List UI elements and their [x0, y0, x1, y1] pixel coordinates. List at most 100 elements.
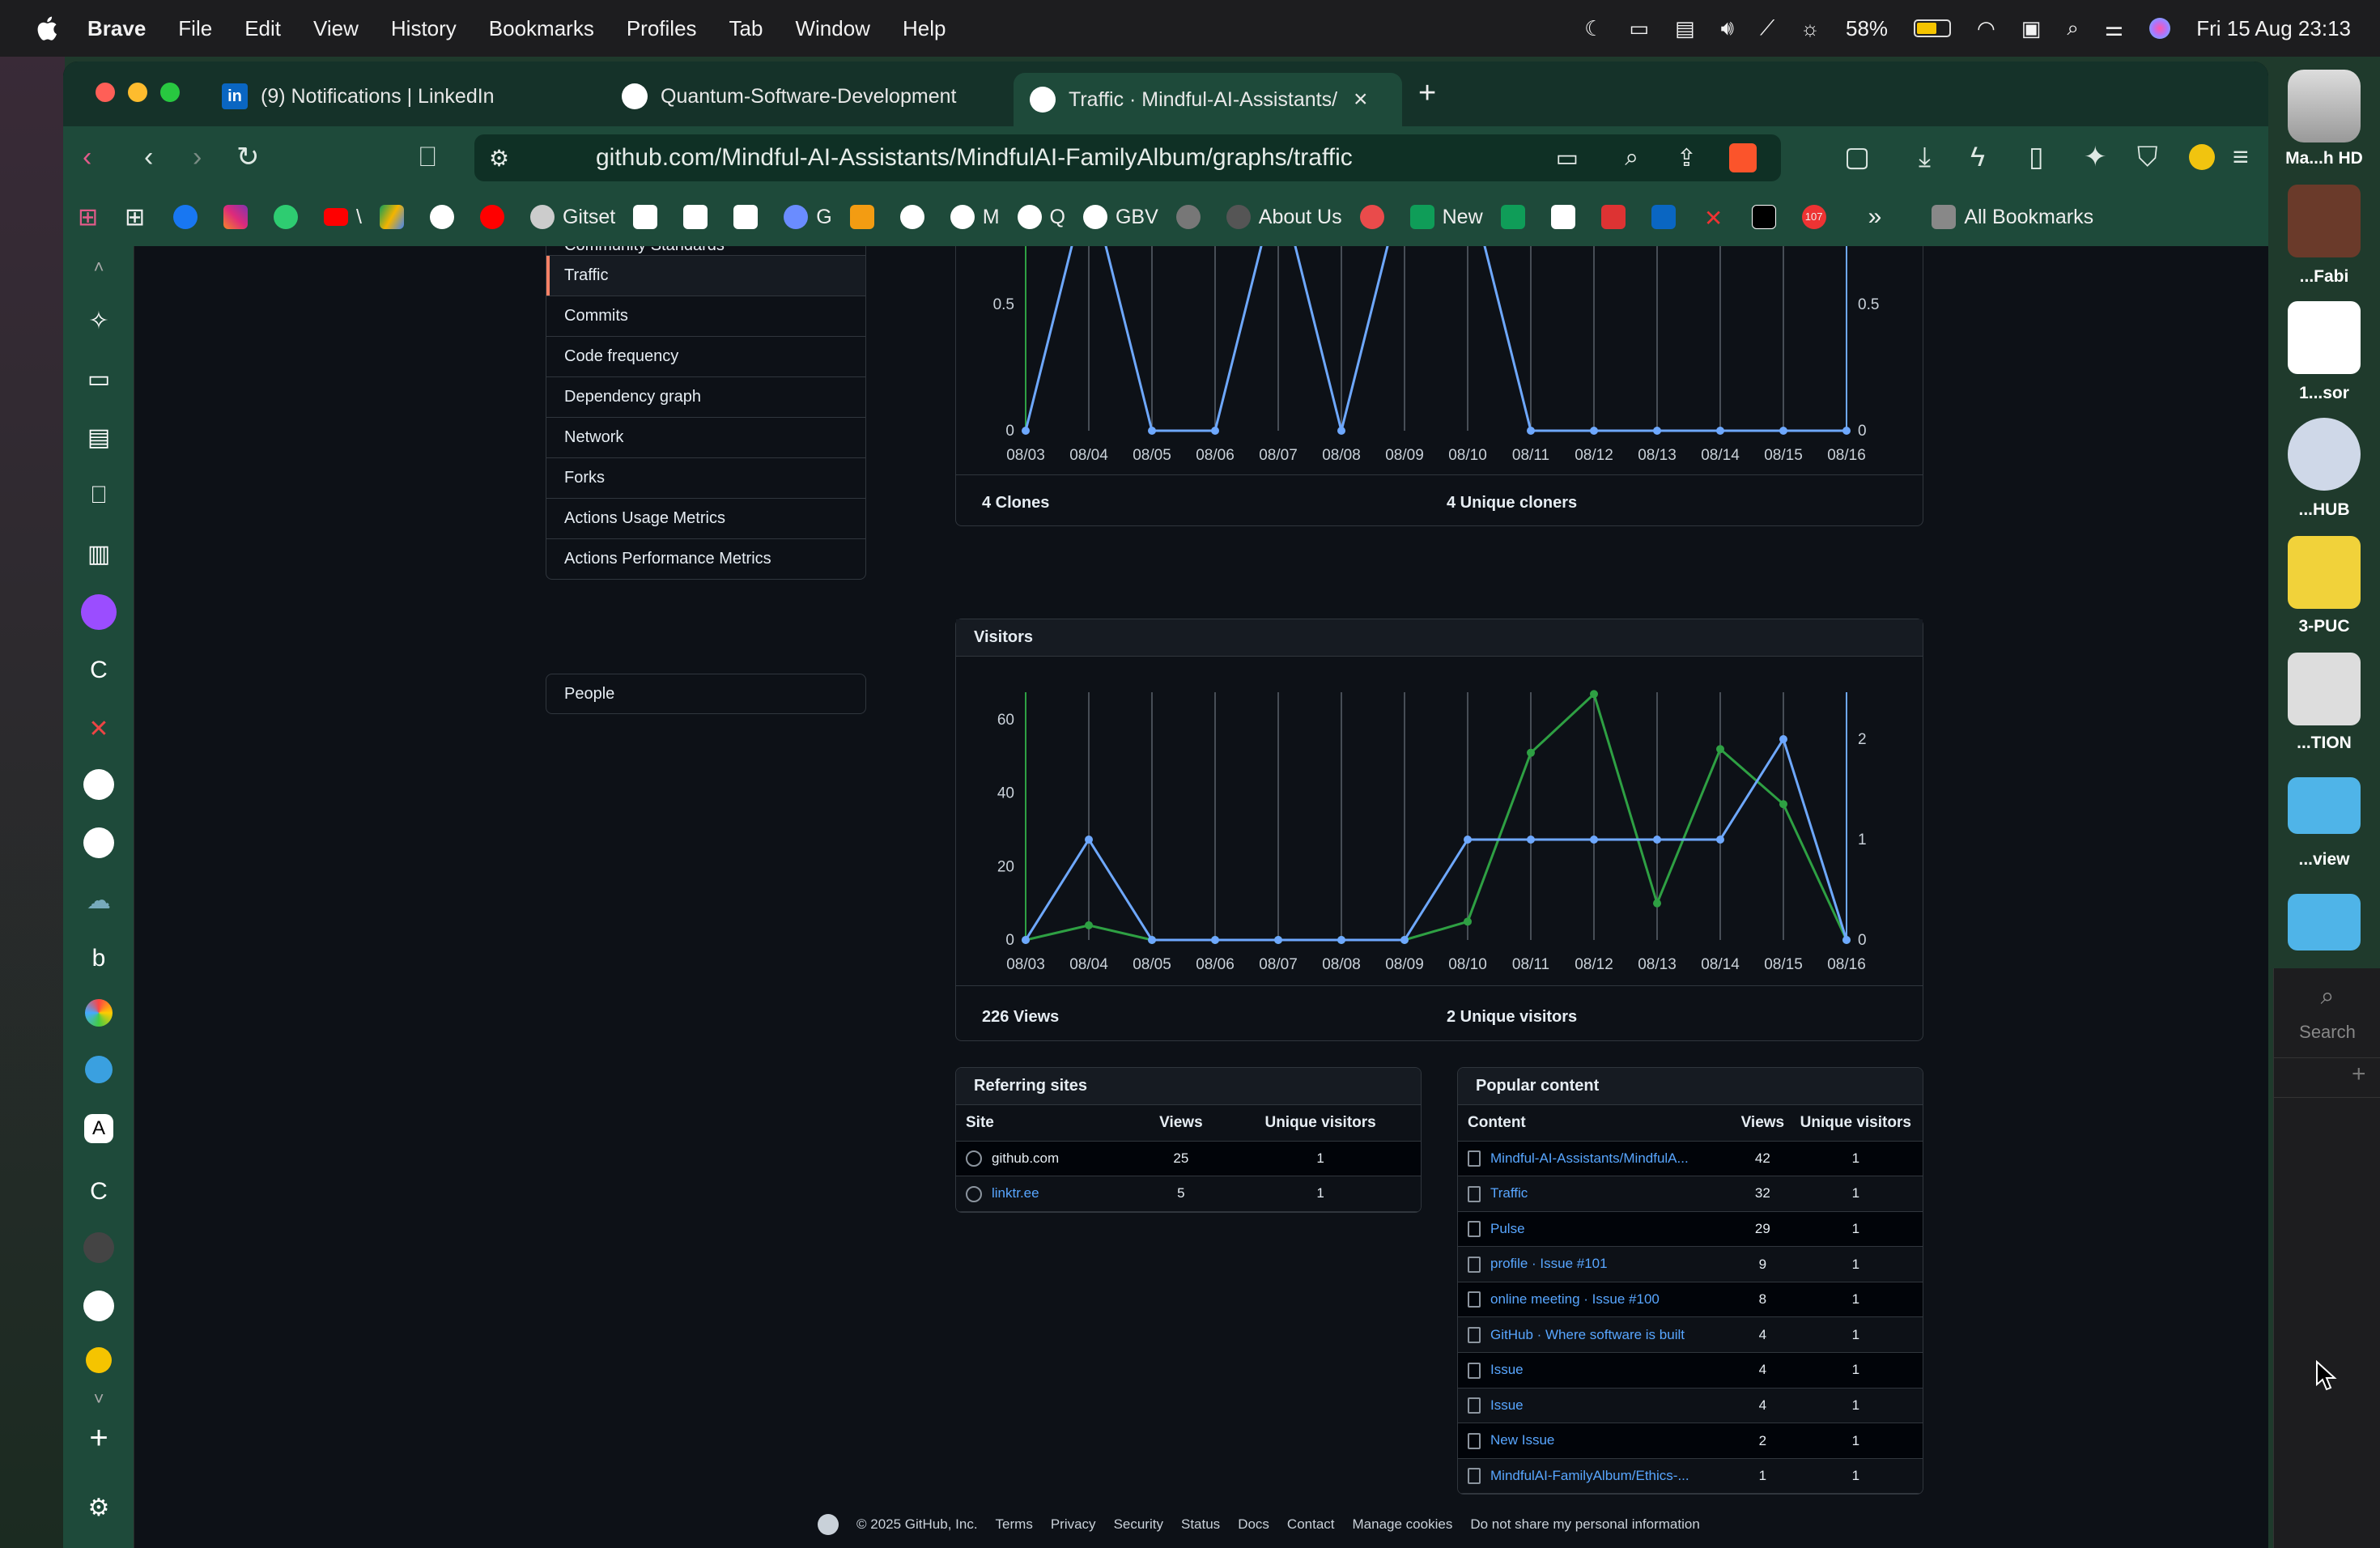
- nav-forks[interactable]: Forks: [546, 457, 865, 498]
- site-cell-text[interactable]: github.com: [992, 1150, 1059, 1166]
- cloud-icon[interactable]: ☁: [81, 882, 117, 918]
- bookmark-terminal[interactable]: [1600, 205, 1634, 229]
- minimize-window-button[interactable]: [128, 83, 147, 102]
- nav-dependency-graph[interactable]: Dependency graph: [546, 376, 865, 417]
- scroll-down-icon[interactable]: ˅: [81, 1381, 117, 1417]
- tab-traffic[interactable]: Traffic · Mindful-AI-Assistants/ ×: [1014, 73, 1402, 126]
- address-bar[interactable]: ⚙ github.com/Mindful-AI-Assistants/Mindf…: [474, 134, 1781, 181]
- bookmark-anthropic[interactable]: [1175, 205, 1209, 229]
- nav-community-standards[interactable]: Community Standards: [546, 246, 865, 255]
- leo-icon[interactable]: ✧: [81, 303, 117, 338]
- photo-thumbnail[interactable]: [2288, 185, 2361, 257]
- folder-icon[interactable]: [2288, 777, 2361, 834]
- content-cell-text[interactable]: Pulse: [1490, 1221, 1525, 1236]
- footer-terms[interactable]: Terms: [996, 1516, 1033, 1533]
- brave-shields-icon[interactable]: [1729, 143, 1757, 172]
- search-label[interactable]: Search: [2274, 1022, 2380, 1043]
- sidebar-toggle-icon[interactable]: ‹: [83, 141, 91, 173]
- content-cell[interactable]: Pulse: [1458, 1211, 1737, 1248]
- speedreader-icon[interactable]: ϟ: [1970, 141, 1985, 173]
- reading-list-icon[interactable]: ▥: [81, 536, 117, 572]
- nav-actions-usage[interactable]: Actions Usage Metrics: [546, 498, 865, 538]
- folder-icon[interactable]: [2288, 894, 2361, 950]
- wallet-icon[interactable]: ▤: [81, 419, 117, 455]
- cast-icon[interactable]: ▭: [1556, 144, 1579, 172]
- download-icon[interactable]: ⤓: [1919, 141, 1931, 173]
- bookmark-perplexity[interactable]: [274, 205, 306, 229]
- zoom-icon[interactable]: ⌕: [1625, 144, 1638, 172]
- bookmark-x-black[interactable]: [1751, 205, 1784, 229]
- menu-tab[interactable]: Tab: [729, 16, 763, 41]
- bookmark-chatgpt[interactable]: [429, 205, 462, 229]
- scroll-up-icon[interactable]: ˄: [81, 249, 117, 285]
- content-cell-text[interactable]: GitHub · Where software is built: [1490, 1327, 1685, 1342]
- user-switch-icon[interactable]: ▣: [2021, 16, 2042, 41]
- bookmarks-icon[interactable]: ⎕: [81, 478, 117, 513]
- content-cell-text[interactable]: profile · Issue #101: [1490, 1256, 1608, 1271]
- nav-commits[interactable]: Commits: [546, 296, 865, 336]
- content-cell[interactable]: Traffic: [1458, 1176, 1737, 1212]
- bookmark-linkedin[interactable]: [1651, 205, 1684, 229]
- content-cell-text[interactable]: MindfulAI-FamilyAlbum/Ethics-...: [1490, 1468, 1689, 1483]
- bookmark-notion[interactable]: [1550, 205, 1583, 229]
- menu-view[interactable]: View: [313, 16, 359, 41]
- content-cell[interactable]: online meeting · Issue #100: [1458, 1282, 1737, 1318]
- battery-percent[interactable]: 58%: [1846, 16, 1888, 41]
- menu-app-name[interactable]: Brave: [87, 16, 146, 41]
- bookmark-gemini[interactable]: G: [784, 205, 832, 229]
- bookmark-x[interactable]: [633, 205, 665, 229]
- wifi-icon[interactable]: ◠: [1977, 16, 1995, 41]
- nav-traffic[interactable]: Traffic: [546, 255, 865, 296]
- bookmark-badge[interactable]: 107: [1801, 205, 1834, 229]
- content-cell-text[interactable]: Issue: [1490, 1397, 1524, 1413]
- nav-people[interactable]: People: [546, 674, 866, 714]
- bookmark-infinity[interactable]: [683, 205, 716, 229]
- brightness-icon[interactable]: ☼: [1800, 16, 1820, 41]
- github-icon[interactable]: [83, 1291, 114, 1321]
- document-thumbnail[interactable]: [2288, 301, 2361, 374]
- sidebar-icon[interactable]: ▯: [2029, 141, 2044, 173]
- zoom-window-button[interactable]: [160, 83, 180, 102]
- nav-code-frequency[interactable]: Code frequency: [546, 336, 865, 376]
- reload-button[interactable]: ↻: [236, 141, 260, 173]
- memory-icon[interactable]: ▤: [1675, 16, 1695, 41]
- footer-security[interactable]: Security: [1114, 1516, 1163, 1533]
- video-icon[interactable]: ▭: [81, 361, 117, 397]
- spotlight-icon[interactable]: ⌕: [2067, 15, 2079, 41]
- more-bookmarks-button[interactable]: »: [1868, 203, 1882, 231]
- search-icon[interactable]: ⌕: [2274, 983, 2380, 1010]
- footer-docs[interactable]: Docs: [1238, 1516, 1269, 1533]
- content-cell[interactable]: GitHub · Where software is built: [1458, 1316, 1737, 1354]
- content-cell-text[interactable]: Mindful-AI-Assistants/MindfulA...: [1490, 1150, 1689, 1166]
- moon-icon[interactable]: ☾: [1584, 16, 1603, 41]
- x-red-icon[interactable]: ✕: [81, 711, 117, 746]
- volume-icon[interactable]: 🔊︎: [1721, 15, 1734, 41]
- c-icon[interactable]: C: [81, 653, 117, 688]
- footer-manage-cookies[interactable]: Manage cookies: [1353, 1516, 1453, 1533]
- menu-window[interactable]: Window: [795, 16, 869, 41]
- content-cell-text[interactable]: online meeting · Issue #100: [1490, 1291, 1660, 1307]
- content-cell[interactable]: Issue: [1458, 1352, 1737, 1389]
- github-icon[interactable]: [83, 827, 114, 858]
- reader-mode-icon[interactable]: ▢: [1844, 141, 1870, 173]
- all-bookmarks-button[interactable]: All Bookmarks: [1932, 205, 2093, 229]
- footer-contact[interactable]: Contact: [1287, 1516, 1335, 1533]
- bookmark-notes[interactable]: [733, 205, 766, 229]
- menu-profiles[interactable]: Profiles: [627, 16, 697, 41]
- bookmark-github[interactable]: [899, 205, 933, 229]
- bookmark-youtube-2[interactable]: [479, 205, 512, 229]
- bookmark-x-red[interactable]: ✕: [1702, 205, 1734, 231]
- bookmark-github-m[interactable]: M: [950, 205, 1000, 229]
- podcasts-icon[interactable]: [81, 594, 117, 630]
- github-icon[interactable]: [83, 1232, 114, 1263]
- content-cell[interactable]: MindfulAI-FamilyAlbum/Ethics-...: [1458, 1458, 1737, 1495]
- footer-privacy[interactable]: Privacy: [1051, 1516, 1096, 1533]
- bookmark-sheets[interactable]: [1500, 205, 1533, 229]
- content-cell[interactable]: New Issue: [1458, 1423, 1737, 1459]
- footer-status[interactable]: Status: [1181, 1516, 1220, 1533]
- seal-thumbnail[interactable]: [2288, 418, 2361, 491]
- menu-edit[interactable]: Edit: [244, 16, 281, 41]
- battery-icon[interactable]: [1914, 19, 1952, 37]
- back-button[interactable]: ‹: [144, 141, 153, 173]
- content-cell[interactable]: Issue: [1458, 1388, 1737, 1424]
